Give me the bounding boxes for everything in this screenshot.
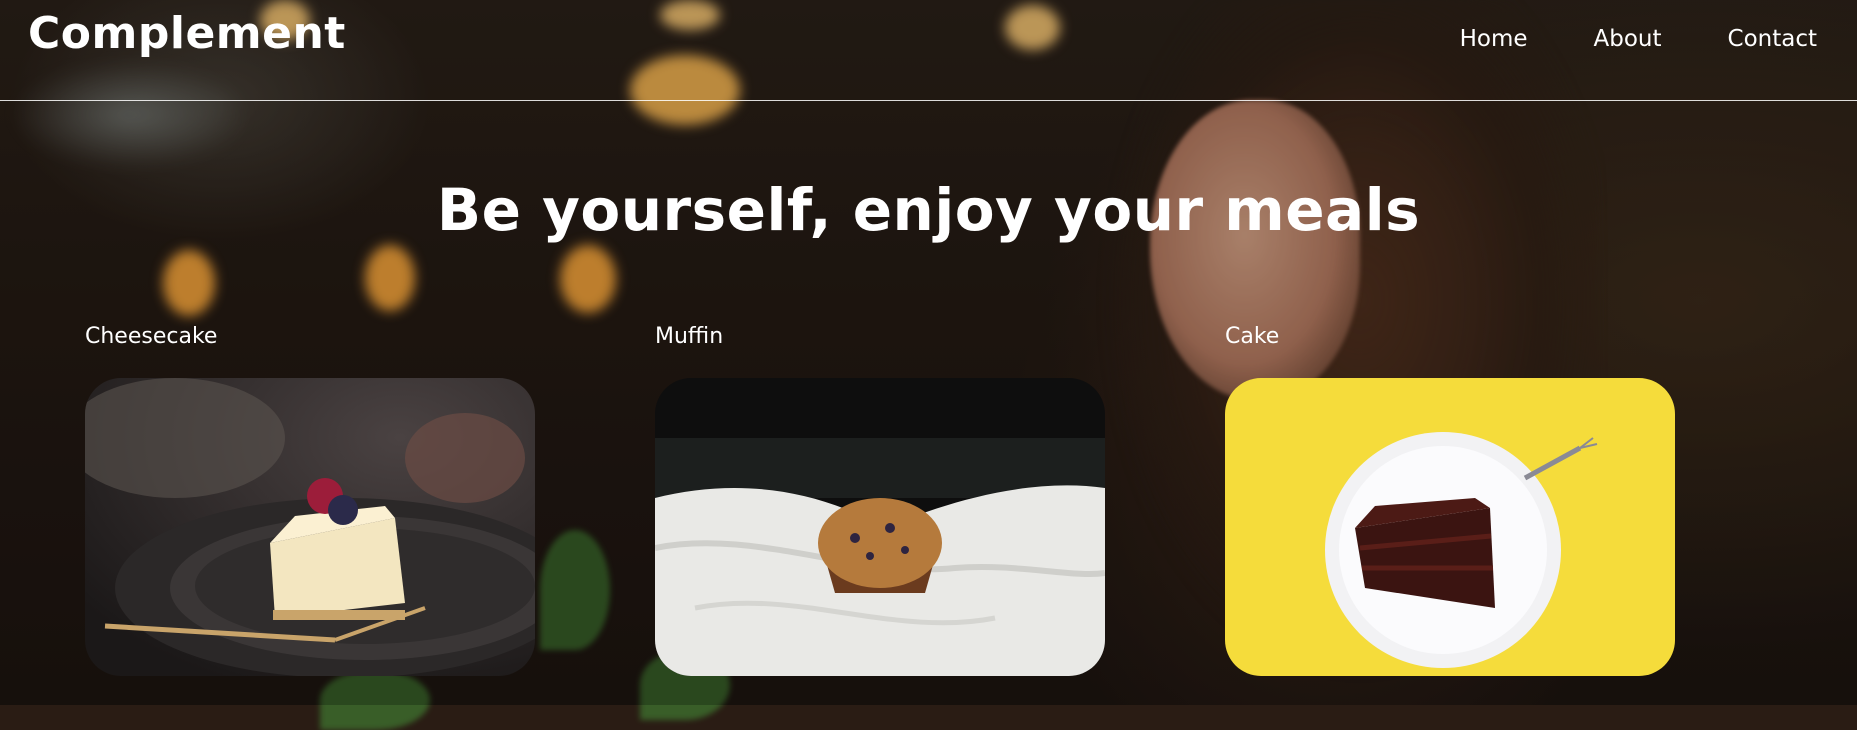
nav-home-link[interactable]: Home <box>1460 26 1528 52</box>
cheesecake-photo-icon <box>85 378 535 676</box>
food-card-muffin[interactable]: Muffin <box>655 322 1105 676</box>
cheesecake-image[interactable] <box>85 378 535 676</box>
hero-headline: Be yourself, enjoy your meals <box>436 176 1421 244</box>
card-title: Cheesecake <box>85 324 218 349</box>
muffin-photo-icon <box>655 378 1105 676</box>
card-title: Muffin <box>655 324 724 349</box>
site-header: Complement Home About Contact <box>0 0 1857 101</box>
main-nav: Home About Contact <box>1394 26 1817 52</box>
muffin-image[interactable] <box>655 378 1105 676</box>
food-card-cake[interactable]: Cake <box>1225 322 1675 676</box>
site-logo[interactable]: Complement <box>28 8 346 59</box>
nav-contact-link[interactable]: Contact <box>1728 26 1817 52</box>
card-title: Cake <box>1225 324 1280 349</box>
chocolate-cake-photo-icon <box>1225 378 1675 676</box>
cake-image[interactable] <box>1225 378 1675 676</box>
nav-about-link[interactable]: About <box>1594 26 1662 52</box>
food-card-cheesecake[interactable]: Cheesecake <box>85 322 535 676</box>
